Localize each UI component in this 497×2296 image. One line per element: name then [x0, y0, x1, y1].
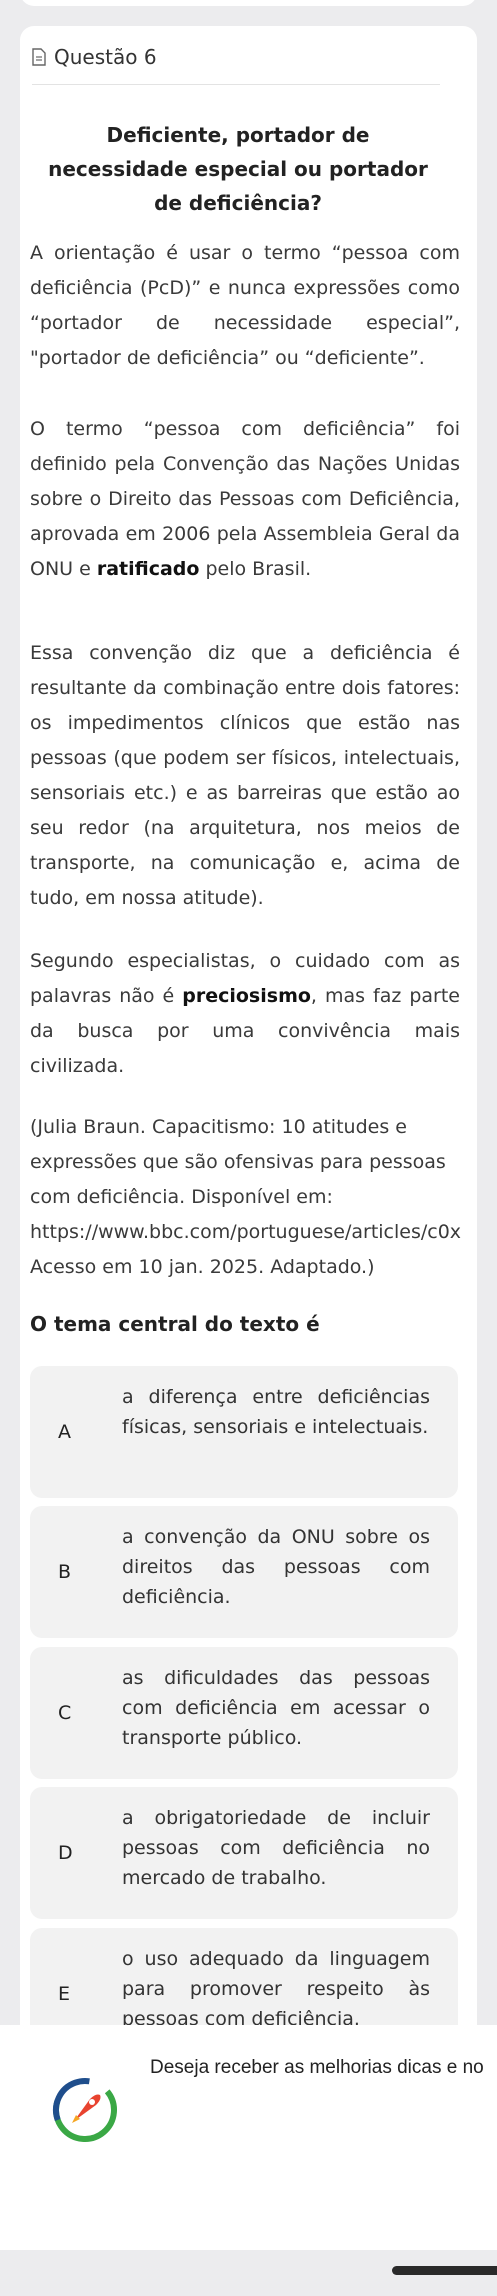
option-letter: B: [58, 1561, 72, 1583]
paragraph-1: A orientação é usar o termo “pessoa com …: [30, 242, 460, 369]
question-prompt: O tema central do texto é: [30, 1312, 320, 1336]
option-letter: C: [58, 1702, 72, 1724]
source-citation: (Julia Braun. Capacitismo: 10 atitudes e…: [30, 1110, 497, 1285]
option-d[interactable]: D a obrigatoriedade de incluir pessoas c…: [30, 1787, 458, 1919]
paragraph-3: Essa convenção diz que a deficiência é r…: [30, 642, 460, 909]
source-link[interactable]: https://www.bbc.com/portuguese/articles/…: [30, 1215, 497, 1250]
source-line: com deficiência. Disponível em:: [30, 1186, 333, 1208]
source-line: expressões que são ofensivas para pessoa…: [30, 1151, 446, 1173]
question-title: Deficiente, portador de necessidade espe…: [48, 123, 428, 215]
option-text: a convenção da ONU sobre os direitos das…: [122, 1526, 430, 1608]
option-letter: E: [58, 1983, 71, 2005]
option-a[interactable]: A a diferença entre deficiências físicas…: [30, 1366, 458, 1498]
banner-text: Deseja receber as melhorias dicas e no: [150, 2057, 484, 2078]
option-text: as dificuldades das pessoas com deficiên…: [122, 1667, 430, 1749]
rocket-logo-icon: [52, 2077, 118, 2143]
notification-banner[interactable]: Deseja receber as melhorias dicas e no: [0, 2025, 497, 2250]
source-line: Acesso em 10 jan. 2025. Adaptado.): [30, 1256, 375, 1278]
question-number: Questão 6: [54, 45, 157, 69]
home-indicator: [392, 2266, 497, 2275]
option-letter: D: [58, 1842, 73, 1864]
option-text: a diferença entre deficiências físicas, …: [122, 1386, 430, 1438]
source-line: (Julia Braun. Capacitismo: 10 atitudes e: [30, 1116, 407, 1138]
option-text: a obrigatoriedade de incluir pessoas com…: [122, 1807, 430, 1889]
paragraph-4: Segundo especialistas, o cuidado com as …: [30, 944, 460, 1084]
option-letter: A: [58, 1421, 71, 1443]
paragraph-2-bold: ratificado: [96, 558, 200, 580]
paragraph-2-text-a: O termo “pessoa com deficiência” foi def…: [30, 418, 460, 580]
option-c[interactable]: C as dificuldades das pessoas com defici…: [30, 1647, 458, 1779]
option-text: o uso adequado da linguagem para promove…: [122, 1948, 430, 2030]
paragraph-2: O termo “pessoa com deficiência” foi def…: [30, 412, 460, 587]
paragraph-2-text-b: pelo Brasil.: [199, 558, 312, 580]
question-header: Questão 6: [32, 30, 440, 85]
option-b[interactable]: B a convenção da ONU sobre os direitos d…: [30, 1506, 458, 1638]
previous-card-edge: [20, 0, 477, 6]
paragraph-4-bold: preciosismo: [182, 985, 311, 1007]
document-icon: [32, 48, 46, 66]
